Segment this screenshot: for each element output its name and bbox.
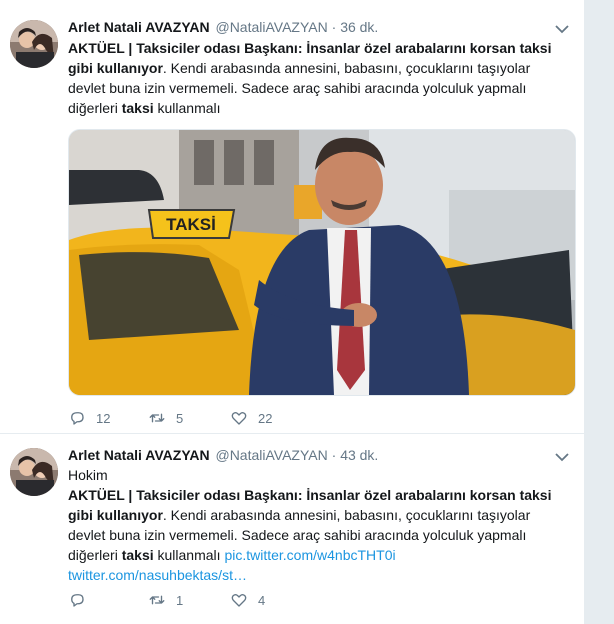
tweet-body-end: kullanmalı — [153, 100, 221, 116]
tweet[interactable]: Arlet Natali AVAZYAN @NataliAVAZYAN · 43… — [0, 434, 584, 624]
like-button[interactable]: 22 — [230, 408, 272, 428]
separator: · — [331, 447, 337, 463]
username[interactable]: @NataliAVAZYAN — [215, 447, 327, 463]
reply-button[interactable] — [68, 590, 96, 610]
tweet-header: Arlet Natali AVAZYAN @NataliAVAZYAN · 36… — [68, 17, 378, 37]
chevron-down-icon[interactable] — [554, 21, 570, 37]
quoted-tweet-link[interactable]: twitter.com/nasuhbektas/st… — [68, 567, 247, 583]
avatar[interactable] — [10, 20, 58, 68]
tweet-photo[interactable]: TAKSİ — [68, 129, 576, 396]
tweet-keyword: taksi — [121, 100, 154, 116]
tweet-actions: 1 4 — [68, 590, 568, 610]
avatar[interactable] — [10, 448, 58, 496]
retweet-count: 1 — [176, 592, 184, 608]
page-background — [584, 0, 614, 624]
timestamp[interactable]: 43 dk. — [340, 447, 378, 463]
tweet[interactable]: Arlet Natali AVAZYAN @NataliAVAZYAN · 36… — [0, 0, 584, 434]
tweet-text: AKTÜEL | Taksiciler odası Başkanı: İnsan… — [68, 38, 568, 118]
reply-button[interactable]: 12 — [68, 408, 110, 428]
timestamp[interactable]: 36 dk. — [340, 19, 378, 35]
like-count: 22 — [258, 410, 273, 426]
like-button[interactable]: 4 — [230, 590, 265, 610]
tweet-header: Arlet Natali AVAZYAN @NataliAVAZYAN · 43… — [68, 445, 378, 465]
separator: · — [331, 19, 337, 35]
username[interactable]: @NataliAVAZYAN — [215, 19, 327, 35]
tweet-comment: Hokim — [68, 467, 108, 483]
fullname[interactable]: Arlet Natali AVAZYAN — [68, 19, 210, 35]
heart-icon — [231, 411, 247, 425]
tweet-actions: 12 5 22 — [68, 408, 568, 428]
reply-count: 12 — [96, 410, 111, 426]
tweet-keyword: taksi — [121, 547, 154, 563]
reply-icon — [71, 412, 84, 425]
retweet-icon — [149, 595, 165, 605]
retweet-button[interactable]: 5 — [148, 408, 183, 428]
retweet-count: 5 — [176, 410, 184, 426]
retweet-button[interactable]: 1 — [148, 590, 183, 610]
tweet-body-end: kullanmalı — [153, 547, 225, 563]
chevron-down-icon[interactable] — [554, 449, 570, 465]
tweet-text: AKTÜEL | Taksiciler odası Başkanı: İnsan… — [68, 485, 568, 585]
taxi-sign-text: TAKSİ — [166, 215, 216, 234]
fullname[interactable]: Arlet Natali AVAZYAN — [68, 447, 210, 463]
like-count: 4 — [258, 592, 266, 608]
retweet-icon — [149, 413, 165, 423]
reply-icon — [71, 594, 84, 607]
photo-link[interactable]: pic.twitter.com/w4nbcTHT0i — [224, 547, 395, 563]
heart-icon — [231, 593, 247, 607]
timeline: Arlet Natali AVAZYAN @NataliAVAZYAN · 36… — [0, 0, 584, 624]
